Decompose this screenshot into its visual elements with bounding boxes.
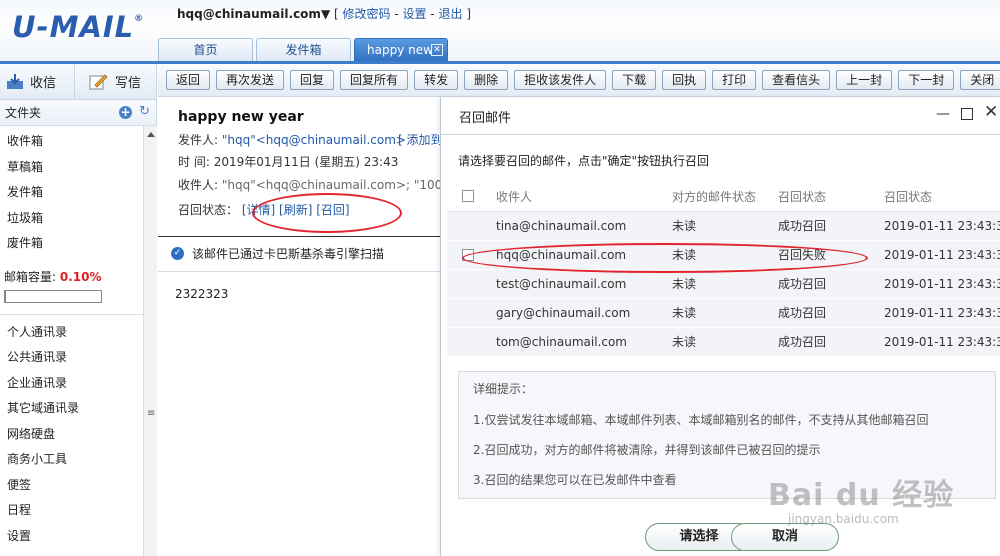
baidu-watermark-url: jingyan.baidu.com xyxy=(788,512,899,526)
refresh-icon[interactable]: ↻ xyxy=(139,105,150,119)
folder-trash[interactable]: 废件箱 xyxy=(0,231,156,257)
account-dropdown[interactable]: hqq@chinaumail.com▼ xyxy=(177,7,330,21)
write-icon xyxy=(89,73,108,89)
tool-notes[interactable]: 便签 xyxy=(0,473,156,499)
message-from: 发件人: "hqq"<hqq@chinaumail.com> [ 添加到 xyxy=(178,133,443,147)
view-header-button[interactable]: 查看信头 xyxy=(762,70,831,90)
tab-home[interactable]: 首页 xyxy=(158,38,253,62)
reply-button[interactable]: 回复 xyxy=(290,70,335,90)
message-toolbar: 返回 再次发送 回复 回复所有 转发 删除 拒收该发件人 下载 回执 打印 查看… xyxy=(158,64,1000,97)
tip-item: 3.召回的结果您可以在已发邮件中查看 xyxy=(473,473,677,487)
close-icon[interactable]: ✕ xyxy=(984,102,998,122)
umail-logo: U-MAIL® xyxy=(12,10,145,44)
table-row: gary@chinaumail.com 未读 成功召回 2019-01-11 2… xyxy=(447,299,1000,328)
annotation-oval-failed-row xyxy=(462,243,868,273)
message-to: 收件人: "hqq"<hqq@chinaumail.com>; "1000"<g… xyxy=(178,178,481,192)
grip-icon[interactable]: ≡ xyxy=(147,408,155,419)
message-subject: happy new year xyxy=(178,109,304,125)
dialog-instruction: 请选择要召回的邮件，点击"确定"按钮执行召回 xyxy=(458,154,710,168)
sidebar-scrollbar[interactable]: ≡ xyxy=(143,126,157,556)
settings-link[interactable]: 设置 xyxy=(403,7,427,21)
folder-junk[interactable]: 垃圾箱 xyxy=(0,206,156,232)
storage-bar xyxy=(4,289,102,303)
message-divider xyxy=(158,236,440,237)
message-pane: happy new year 发件人: "hqq"<hqq@chinaumail… xyxy=(158,98,480,556)
sidebar: 收信 写信 文件夹 + ↻ 收件箱 草稿箱 发件箱 垃圾箱 废件箱 邮箱容量: … xyxy=(0,63,157,556)
tool-settings[interactable]: 设置 xyxy=(0,524,156,550)
tip-item: 2.召回成功，对方的邮件将被清除，并得到该邮件已被召回的提示 xyxy=(473,443,821,457)
tool-company-contacts[interactable]: 企业通讯录 xyxy=(0,371,156,397)
tool-public-contacts[interactable]: 公共通讯录 xyxy=(0,345,156,371)
add-contact-link[interactable]: [ 添加到 xyxy=(398,131,443,148)
minimize-icon[interactable]: — xyxy=(936,106,950,122)
reply-all-button[interactable]: 回复所有 xyxy=(340,70,409,90)
compose-row: 收信 写信 xyxy=(0,63,156,100)
tip-item: 1.仅尝试发往本域邮箱、本域邮件列表、本域邮箱别名的邮件，不支持从其他邮箱召回 xyxy=(473,413,929,427)
forward-button[interactable]: 转发 xyxy=(414,70,459,90)
receive-icon xyxy=(7,73,23,89)
message-body: 2322323 xyxy=(175,287,229,301)
write-button[interactable]: 写信 xyxy=(75,64,141,100)
close-icon[interactable]: ✕ xyxy=(431,44,443,56)
caret-down-icon: ▼ xyxy=(320,7,331,21)
sender-address[interactable]: "hqq"<hqq@chinaumail.com> xyxy=(222,133,406,147)
col-recipient: 收件人 xyxy=(496,190,533,204)
table-row: test@chinaumail.com 未读 成功召回 2019-01-11 2… xyxy=(447,270,1000,299)
main-tabs: 首页 发件箱 happy new ... ✕ xyxy=(158,38,451,79)
annotation-oval-recall xyxy=(252,193,402,233)
next-button[interactable]: 下一封 xyxy=(898,70,955,90)
storage-percent: 0.10% xyxy=(59,269,102,284)
resend-button[interactable]: 再次发送 xyxy=(216,70,285,90)
cancel-button[interactable]: 取消 xyxy=(731,523,839,551)
tool-calendar[interactable]: 日程 xyxy=(0,498,156,524)
table-header: 收件人 对方的邮件状态 召回状态 召回状态 xyxy=(447,182,1000,212)
body-divider xyxy=(158,271,440,272)
baidu-watermark: Bai du 经验 xyxy=(768,478,955,513)
tool-other-domain-contacts[interactable]: 其它域通讯录 xyxy=(0,396,156,422)
folder-header: 文件夹 + ↻ xyxy=(0,100,156,126)
folder-sent[interactable]: 发件箱 xyxy=(0,180,156,206)
dialog-title-divider xyxy=(441,134,1000,135)
check-icon: ✓ xyxy=(171,247,184,260)
col-recall-status: 召回状态 xyxy=(778,190,827,204)
tab-outbox[interactable]: 发件箱 xyxy=(256,38,351,62)
table-row: tina@chinaumail.com 未读 成功召回 2019-01-11 2… xyxy=(447,212,1000,241)
folder-inbox[interactable]: 收件箱 xyxy=(0,129,156,155)
dialog-title: 召回邮件 xyxy=(459,111,512,126)
tool-business-tools[interactable]: 商务小工具 xyxy=(0,447,156,473)
change-password-link[interactable]: 修改密码 xyxy=(343,7,391,21)
storage-label: 邮箱容量: 0.10% xyxy=(4,269,102,284)
maximize-icon[interactable] xyxy=(961,108,973,120)
add-folder-icon[interactable]: + xyxy=(119,106,132,119)
back-button[interactable]: 返回 xyxy=(166,70,211,90)
download-button[interactable]: 下载 xyxy=(612,70,657,90)
tips-title: 详细提示： xyxy=(473,382,534,396)
tab-happy-new-year[interactable]: happy new ... ✕ xyxy=(354,38,448,79)
scroll-up-icon[interactable] xyxy=(147,132,155,137)
select-all-checkbox[interactable] xyxy=(462,190,474,202)
close-button[interactable]: 关闭 xyxy=(960,70,1000,90)
col-recall-time: 召回状态 xyxy=(884,190,933,204)
storage-block: 邮箱容量: 0.10% xyxy=(0,268,156,303)
tools-list: 个人通讯录 公共通讯录 企业通讯录 其它域通讯录 网络硬盘 商务小工具 便签 日… xyxy=(0,315,156,550)
virus-scan-notice: ✓ 该邮件已通过卡巴斯基杀毒引擎扫描 xyxy=(171,245,384,262)
col-status: 对方的邮件状态 xyxy=(672,190,757,204)
logout-link[interactable]: 退出 xyxy=(439,7,463,21)
delete-button[interactable]: 删除 xyxy=(464,70,509,90)
reject-sender-button[interactable]: 拒收该发件人 xyxy=(514,70,607,90)
print-button[interactable]: 打印 xyxy=(712,70,757,90)
tool-personal-contacts[interactable]: 个人通讯录 xyxy=(0,320,156,346)
folder-drafts[interactable]: 草稿箱 xyxy=(0,155,156,181)
top-header: U-MAIL® hqq@chinaumail.com▼ [ 修改密码 - 设置 … xyxy=(0,0,1000,79)
tool-network-disk[interactable]: 网络硬盘 xyxy=(0,422,156,448)
receive-button[interactable]: 收信 xyxy=(0,63,75,100)
folder-list: 收件箱 草稿箱 发件箱 垃圾箱 废件箱 xyxy=(0,126,156,257)
account-bar: hqq@chinaumail.com▼ [ 修改密码 - 设置 - 退出 ] xyxy=(177,7,472,21)
receipt-button[interactable]: 回执 xyxy=(662,70,707,90)
previous-button[interactable]: 上一封 xyxy=(836,70,893,90)
message-time: 时 间: 2019年01月11日 (星期五) 23:43 xyxy=(178,155,399,169)
table-row: tom@chinaumail.com 未读 成功召回 2019-01-11 23… xyxy=(447,328,1000,357)
